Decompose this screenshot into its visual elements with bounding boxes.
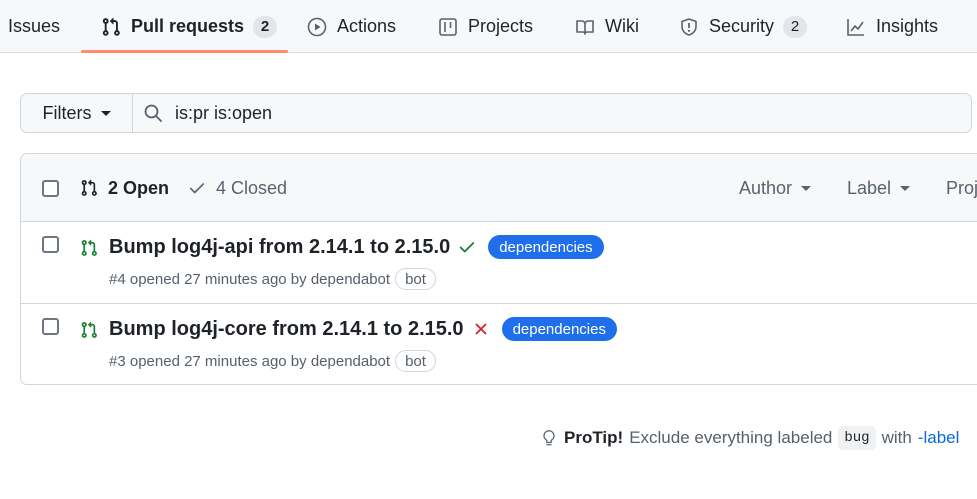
open-filter[interactable]: 2 Open: [80, 154, 169, 222]
tab-projects[interactable]: Projects: [438, 0, 533, 53]
filters-button-label: Filters: [42, 102, 92, 123]
pull-requests-counter: 2: [253, 15, 278, 38]
projects-filter[interactable]: Proj: [946, 154, 977, 222]
pr-title-link[interactable]: Bump log4j-api from 2.14.1 to 2.15.0: [109, 236, 450, 259]
bot-badge: bot: [395, 268, 436, 290]
tab-pull-requests[interactable]: Pull requests 2: [101, 0, 278, 53]
projects-filter-label: Proj: [946, 177, 977, 198]
closed-filter[interactable]: 4 Closed: [188, 154, 287, 222]
search-box: [133, 94, 971, 132]
graph-icon: [847, 18, 864, 36]
list-item: Bump log4j-core from 2.14.1 to 2.15.0 de…: [21, 304, 977, 384]
pull-request-list: 2 Open 4 Closed Author Label Proj Bump l…: [20, 153, 977, 385]
bot-badge: bot: [395, 350, 436, 372]
light-bulb-icon: [543, 430, 555, 446]
row-checkbox[interactable]: [42, 236, 59, 253]
author-filter[interactable]: Author: [739, 154, 812, 222]
pr-meta-text: #4 opened 27 minutes ago by dependabot: [109, 270, 391, 288]
check-icon[interactable]: [458, 238, 476, 256]
chevron-down-icon: [900, 185, 911, 191]
pr-title-row: Bump log4j-core from 2.14.1 to 2.15.0 de…: [109, 317, 617, 341]
repo-nav: Issues Pull requests 2 Actions Projects …: [0, 0, 977, 53]
tab-security-label: Security: [709, 16, 775, 36]
label-filter-label: Label: [847, 177, 892, 198]
tab-issues[interactable]: Issues: [8, 0, 60, 53]
pr-meta: #3 opened 27 minutes ago by dependabot b…: [109, 350, 436, 372]
tab-insights[interactable]: Insights: [846, 0, 938, 53]
git-pull-request-icon: [102, 17, 120, 36]
x-icon[interactable]: [472, 320, 490, 338]
pr-meta-text: #3 opened 27 minutes ago by dependabot: [109, 352, 391, 370]
tab-projects-label: Projects: [468, 16, 534, 36]
row-checkbox[interactable]: [42, 318, 59, 335]
tab-insights-label: Insights: [876, 16, 939, 36]
protip-title: ProTip!: [564, 428, 624, 447]
tab-pull-requests-label: Pull requests: [131, 16, 245, 36]
label-badge[interactable]: dependencies: [501, 317, 617, 341]
protip: ProTip! Exclude everything labeled bug w…: [540, 426, 959, 450]
list-item: Bump log4j-api from 2.14.1 to 2.15.0 dep…: [21, 222, 977, 304]
table-icon: [439, 17, 457, 36]
book-icon: [576, 19, 594, 35]
git-pull-request-open-icon: [81, 239, 97, 256]
check-icon: [189, 183, 205, 194]
tab-security[interactable]: Security 2: [679, 0, 808, 53]
search-input[interactable]: [175, 102, 875, 124]
selected-tab-underline: [81, 50, 288, 53]
author-filter-label: Author: [739, 177, 793, 198]
label-filter[interactable]: Label: [847, 154, 911, 222]
list-header: 2 Open 4 Closed Author Label Proj: [21, 154, 977, 222]
tab-wiki-label: Wiki: [605, 16, 639, 36]
security-counter: 2: [783, 15, 808, 38]
label-badge[interactable]: dependencies: [488, 235, 604, 259]
shield-icon: [681, 17, 697, 36]
closed-count: 4 Closed: [216, 177, 288, 198]
select-all-checkbox[interactable]: [42, 180, 59, 197]
git-pull-request-open-icon: [81, 321, 97, 338]
protip-link[interactable]: -label: [918, 428, 960, 448]
filter-bar: Filters: [20, 93, 972, 133]
pr-title-link[interactable]: Bump log4j-core from 2.14.1 to 2.15.0: [109, 318, 464, 341]
tab-issues-label: Issues: [8, 16, 61, 36]
search-icon: [144, 104, 162, 122]
pr-meta: #4 opened 27 minutes ago by dependabot b…: [109, 268, 436, 290]
tab-actions-label: Actions: [337, 16, 397, 36]
tab-wiki[interactable]: Wiki: [575, 0, 639, 53]
play-icon: [307, 17, 327, 36]
filters-button[interactable]: Filters: [21, 94, 133, 132]
protip-with: with: [881, 428, 912, 447]
open-count: 2 Open: [108, 177, 170, 198]
pr-title-row: Bump log4j-api from 2.14.1 to 2.15.0 dep…: [109, 235, 604, 259]
protip-code: bug: [838, 426, 876, 450]
chevron-down-icon: [801, 185, 812, 191]
chevron-down-icon: [100, 110, 111, 116]
protip-text: Exclude everything labeled: [629, 428, 833, 447]
git-pull-request-icon: [81, 179, 97, 196]
tab-actions[interactable]: Actions: [307, 0, 396, 53]
